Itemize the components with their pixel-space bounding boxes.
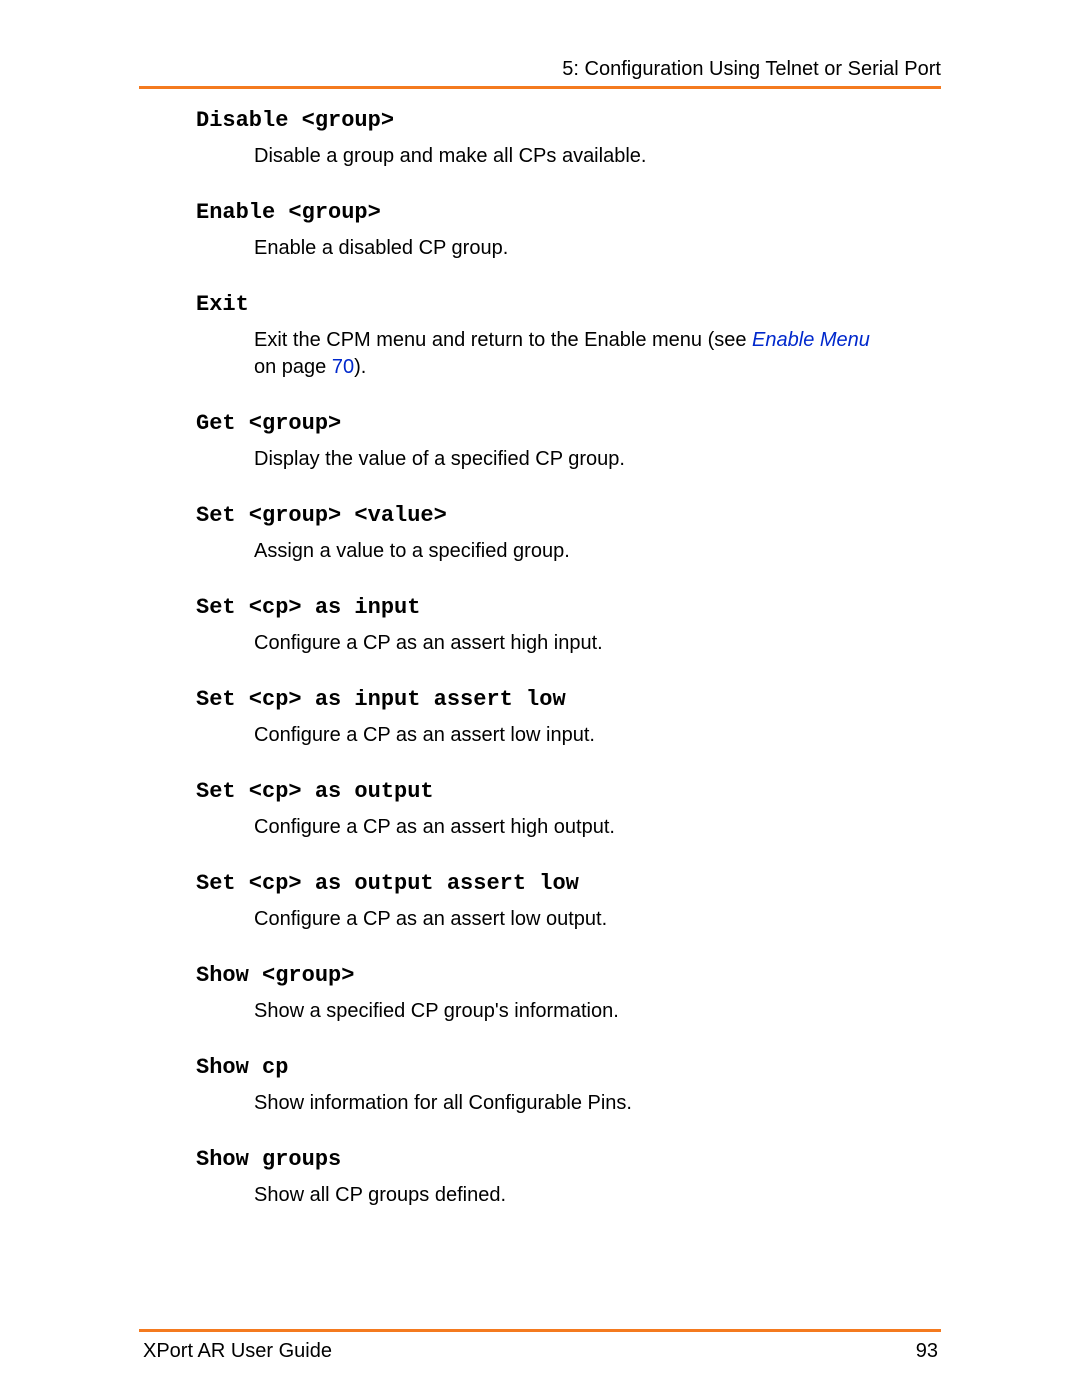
link-page-number[interactable]: 70 xyxy=(332,356,354,378)
command-name: Show cp xyxy=(196,1055,880,1080)
command-description: Configure a CP as an assert high output. xyxy=(254,814,880,841)
command-name: Get <group> xyxy=(196,411,880,436)
command-entry: Exit Exit the CPM menu and return to the… xyxy=(196,292,880,381)
page-header: 5: Configuration Using Telnet or Serial … xyxy=(562,58,941,81)
link-enable-menu[interactable]: Enable Menu xyxy=(752,329,870,351)
header-divider xyxy=(139,86,941,89)
footer-guide-name: XPort AR User Guide xyxy=(143,1340,332,1363)
command-description: Show information for all Configurable Pi… xyxy=(254,1090,880,1117)
command-entry: Enable <group> Enable a disabled CP grou… xyxy=(196,200,880,262)
command-entry: Show <group> Show a specified CP group's… xyxy=(196,963,880,1025)
command-description: Configure a CP as an assert low input. xyxy=(254,722,880,749)
command-description: Show a specified CP group's information. xyxy=(254,998,880,1025)
command-entry: Show cp Show information for all Configu… xyxy=(196,1055,880,1117)
command-description: Display the value of a specified CP grou… xyxy=(254,446,880,473)
desc-text: ). xyxy=(354,356,366,378)
command-description: Show all CP groups defined. xyxy=(254,1182,880,1209)
command-entry: Set <cp> as input Configure a CP as an a… xyxy=(196,595,880,657)
command-entry: Disable <group> Disable a group and make… xyxy=(196,108,880,170)
page: 5: Configuration Using Telnet or Serial … xyxy=(0,0,1080,1397)
command-description: Assign a value to a specified group. xyxy=(254,538,880,565)
desc-text: Exit the CPM menu and return to the Enab… xyxy=(254,329,752,351)
command-description: Exit the CPM menu and return to the Enab… xyxy=(254,327,880,381)
content-area: Disable <group> Disable a group and make… xyxy=(196,108,880,1239)
command-name: Exit xyxy=(196,292,880,317)
command-description: Enable a disabled CP group. xyxy=(254,235,880,262)
command-name: Show groups xyxy=(196,1147,880,1172)
command-entry: Set <cp> as input assert low Configure a… xyxy=(196,687,880,749)
command-description: Configure a CP as an assert high input. xyxy=(254,630,880,657)
command-name: Set <group> <value> xyxy=(196,503,880,528)
command-entry: Set <cp> as output assert low Configure … xyxy=(196,871,880,933)
footer-page-number: 93 xyxy=(916,1340,938,1363)
command-entry: Get <group> Display the value of a speci… xyxy=(196,411,880,473)
footer-divider xyxy=(139,1329,941,1332)
command-entry: Set <cp> as output Configure a CP as an … xyxy=(196,779,880,841)
command-name: Enable <group> xyxy=(196,200,880,225)
command-entry: Set <group> <value> Assign a value to a … xyxy=(196,503,880,565)
command-name: Set <cp> as input xyxy=(196,595,880,620)
command-name: Set <cp> as input assert low xyxy=(196,687,880,712)
command-name: Show <group> xyxy=(196,963,880,988)
command-description: Disable a group and make all CPs availab… xyxy=(254,143,880,170)
command-name: Set <cp> as output xyxy=(196,779,880,804)
command-description: Configure a CP as an assert low output. xyxy=(254,906,880,933)
command-name: Disable <group> xyxy=(196,108,880,133)
command-name: Set <cp> as output assert low xyxy=(196,871,880,896)
command-entry: Show groups Show all CP groups defined. xyxy=(196,1147,880,1209)
desc-text: on page xyxy=(254,356,332,378)
